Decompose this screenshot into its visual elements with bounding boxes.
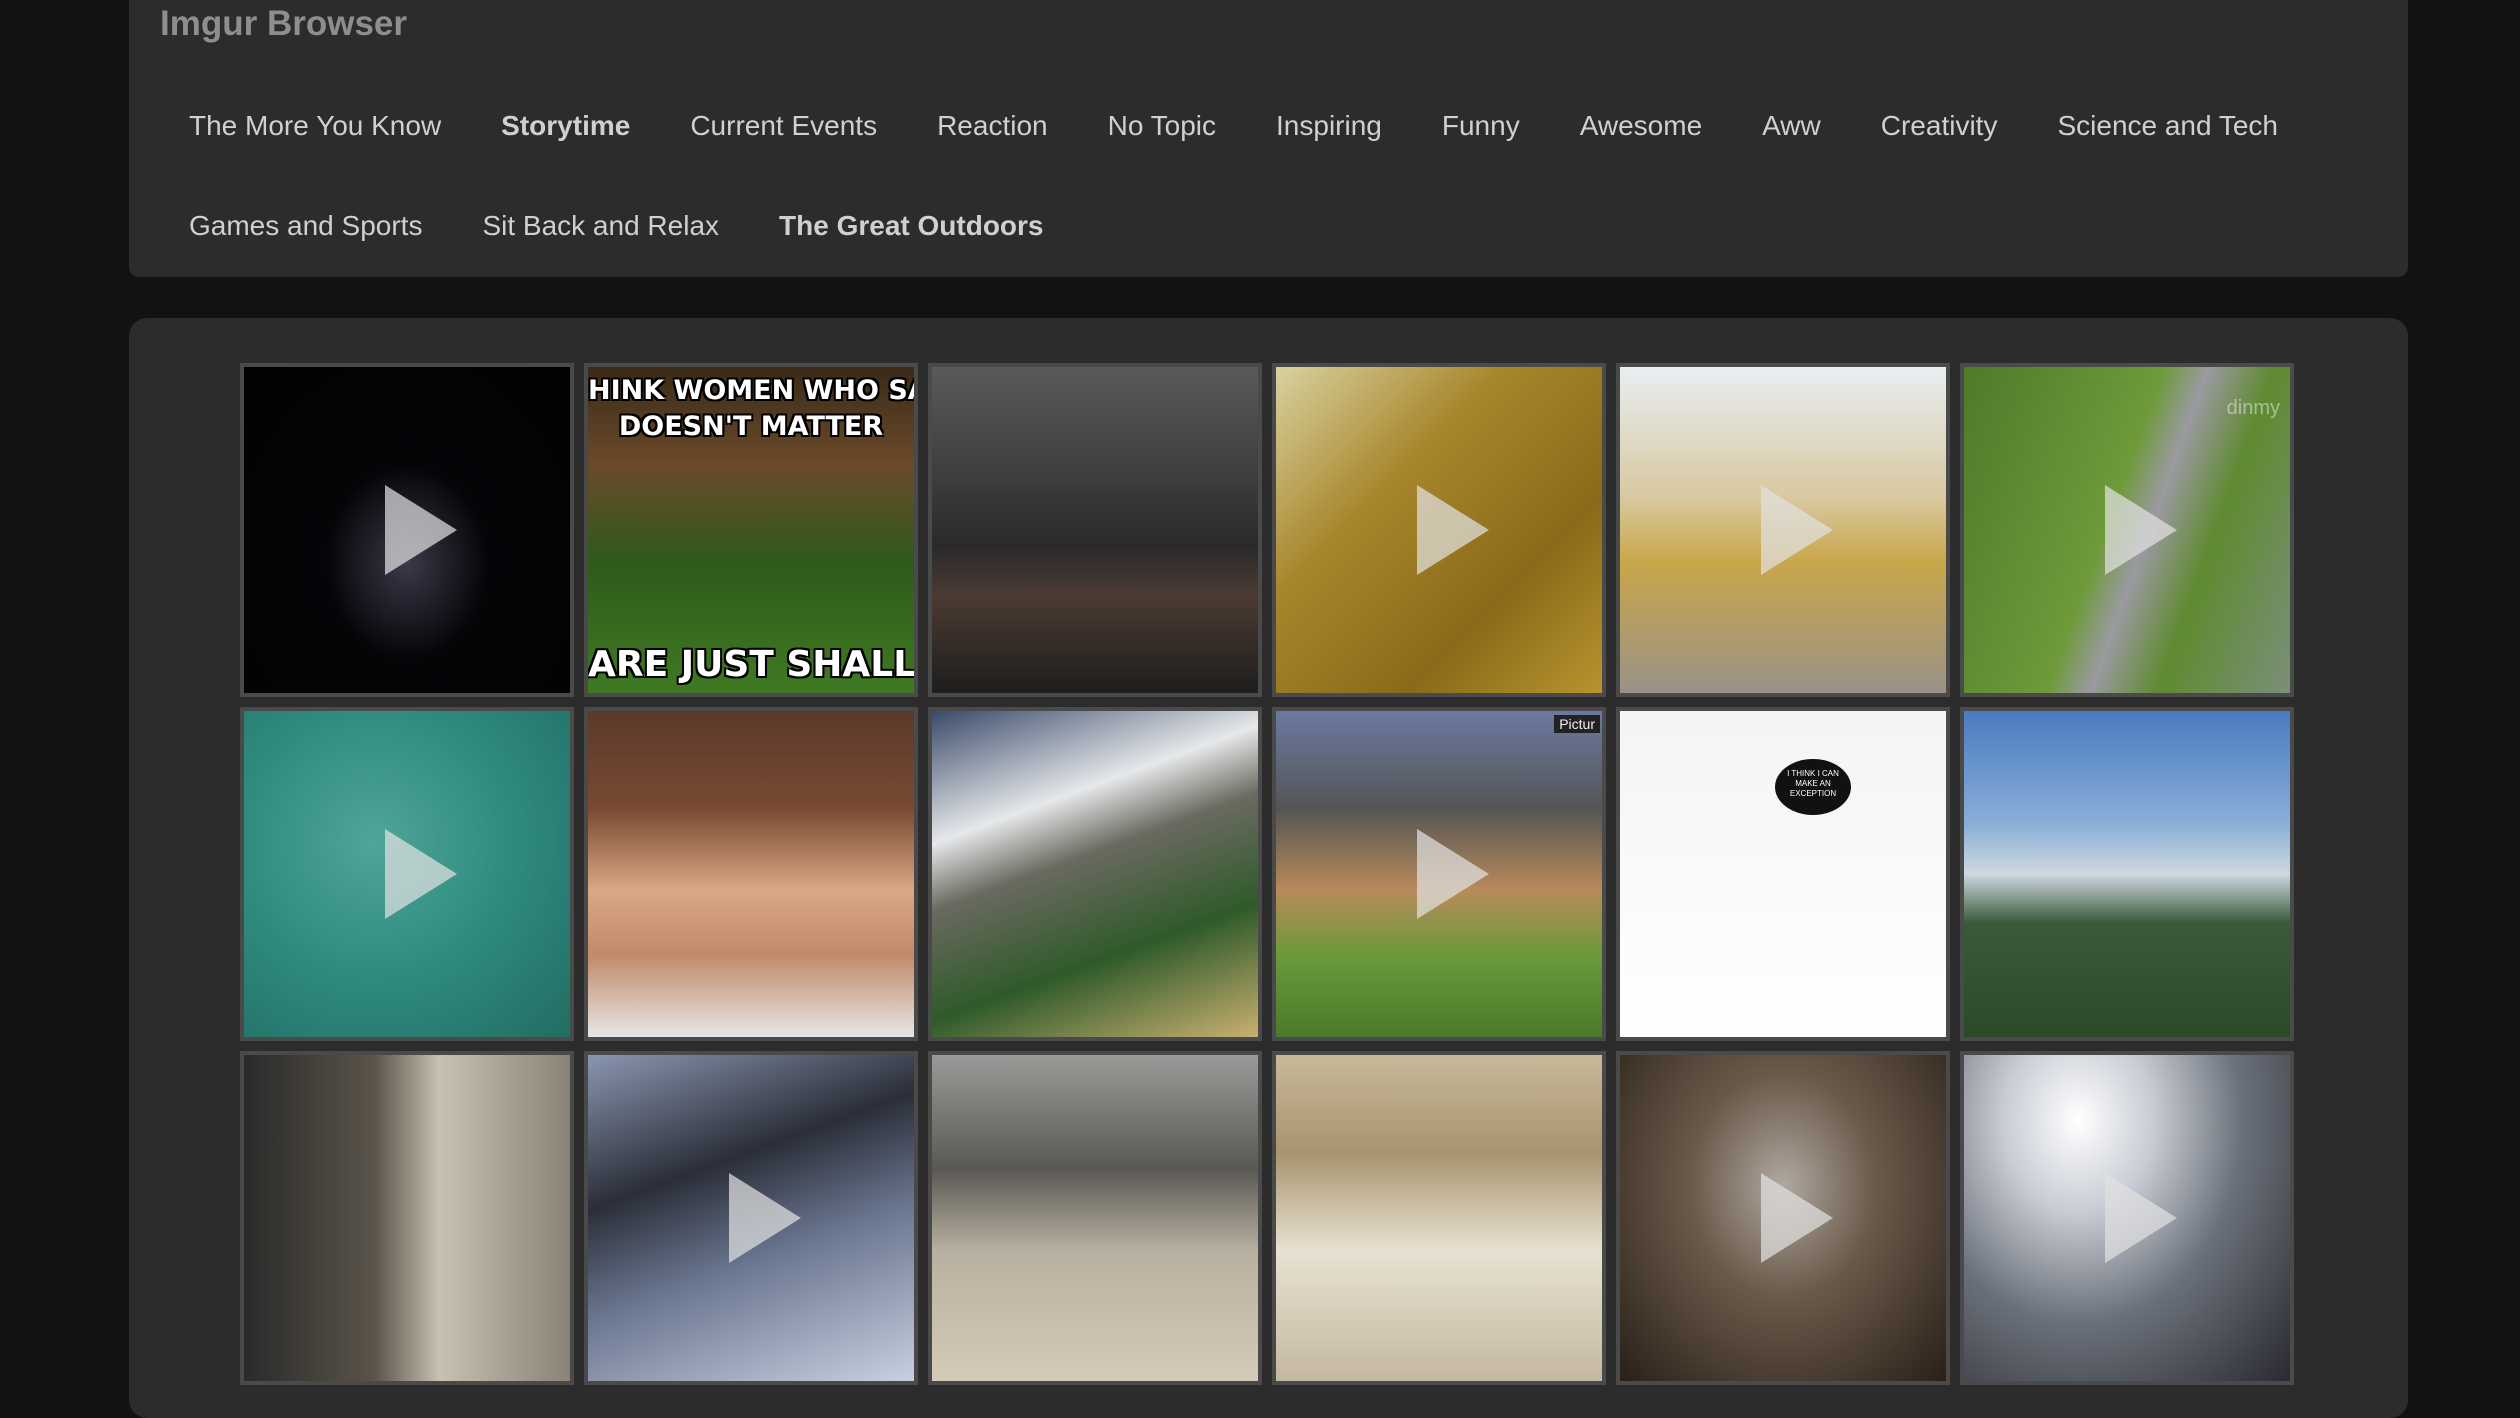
gallery-grid: HINK WOMEN WHO SAY S DOESN'T MATTER ARE J… <box>240 363 2294 1385</box>
speech-bubble: I THINK I CAN MAKE AN EXCEPTION <box>1775 759 1851 815</box>
play-icon[interactable] <box>2105 1173 2177 1263</box>
thumbnail-image <box>932 1055 1258 1381</box>
topic-the-more-you-know[interactable]: The More You Know <box>159 104 471 148</box>
meme-top-text: HINK WOMEN WHO SAY S DOESN'T MATTER <box>588 375 914 442</box>
thumbnail-image <box>932 367 1258 693</box>
meme-bottom-text: ARE JUST SHALLOW <box>588 644 915 685</box>
gallery-thumbnail[interactable]: I THINK I CAN MAKE AN EXCEPTION <box>1616 707 1950 1041</box>
gallery-panel: HINK WOMEN WHO SAY S DOESN'T MATTER ARE J… <box>129 318 2408 1418</box>
play-icon[interactable] <box>1761 1173 1833 1263</box>
gallery-thumbnail[interactable]: Pictur <box>1272 707 1606 1041</box>
play-icon[interactable] <box>1761 485 1833 575</box>
gallery-thumbnail[interactable] <box>928 1051 1262 1385</box>
play-icon[interactable] <box>385 485 457 575</box>
topic-inspiring[interactable]: Inspiring <box>1246 104 1412 148</box>
topic-sit-back-and-relax[interactable]: Sit Back and Relax <box>452 204 749 248</box>
header-panel: Imgur Browser The More You Know Storytime… <box>129 0 2408 277</box>
topic-current-events[interactable]: Current Events <box>660 104 907 148</box>
gallery-thumbnail[interactable] <box>584 707 918 1041</box>
gallery-thumbnail[interactable] <box>1960 1051 2294 1385</box>
play-icon[interactable] <box>729 1173 801 1263</box>
thumbnail-image <box>244 1055 570 1381</box>
thumbnail-image <box>932 711 1258 1037</box>
topic-storytime[interactable]: Storytime <box>471 104 660 148</box>
play-icon[interactable] <box>1417 829 1489 919</box>
thumbnail-image <box>1276 1055 1602 1381</box>
gallery-thumbnail[interactable] <box>1616 363 1950 697</box>
gallery-thumbnail[interactable] <box>1960 707 2294 1041</box>
gallery-thumbnail[interactable] <box>928 363 1262 697</box>
topic-nav-row-2: Games and Sports Sit Back and Relax The Gr… <box>159 204 1074 248</box>
thumbnail-image <box>1964 711 2290 1037</box>
watermark-text: dinmy <box>2226 397 2280 419</box>
gallery-thumbnail[interactable] <box>240 1051 574 1385</box>
topic-nav-row-1: The More You Know Storytime Current Events… <box>159 104 2308 148</box>
topic-aww[interactable]: Aww <box>1732 104 1851 148</box>
topic-games-and-sports[interactable]: Games and Sports <box>159 204 452 248</box>
topic-awesome[interactable]: Awesome <box>1550 104 1732 148</box>
thumbnail-image <box>588 711 914 1037</box>
gallery-thumbnail[interactable] <box>1272 363 1606 697</box>
app-title: Imgur Browser <box>160 4 407 43</box>
topic-the-great-outdoors[interactable]: The Great Outdoors <box>749 204 1073 248</box>
gallery-thumbnail[interactable] <box>240 707 574 1041</box>
gallery-thumbnail[interactable] <box>584 1051 918 1385</box>
thumbnail-image <box>1620 711 1946 1037</box>
gallery-thumbnail[interactable] <box>928 707 1262 1041</box>
topic-no-topic[interactable]: No Topic <box>1078 104 1246 148</box>
source-badge: Pictur <box>1554 715 1600 733</box>
play-icon[interactable] <box>1417 485 1489 575</box>
play-icon[interactable] <box>385 829 457 919</box>
gallery-thumbnail[interactable]: HINK WOMEN WHO SAY S DOESN'T MATTER ARE J… <box>584 363 918 697</box>
topic-science-and-tech[interactable]: Science and Tech <box>2027 104 2308 148</box>
topic-reaction[interactable]: Reaction <box>907 104 1078 148</box>
topic-creativity[interactable]: Creativity <box>1851 104 2028 148</box>
gallery-thumbnail[interactable]: dinmy <box>1960 363 2294 697</box>
topic-funny[interactable]: Funny <box>1412 104 1550 148</box>
gallery-thumbnail[interactable] <box>240 363 574 697</box>
play-icon[interactable] <box>2105 485 2177 575</box>
gallery-thumbnail[interactable] <box>1616 1051 1950 1385</box>
gallery-thumbnail[interactable] <box>1272 1051 1606 1385</box>
